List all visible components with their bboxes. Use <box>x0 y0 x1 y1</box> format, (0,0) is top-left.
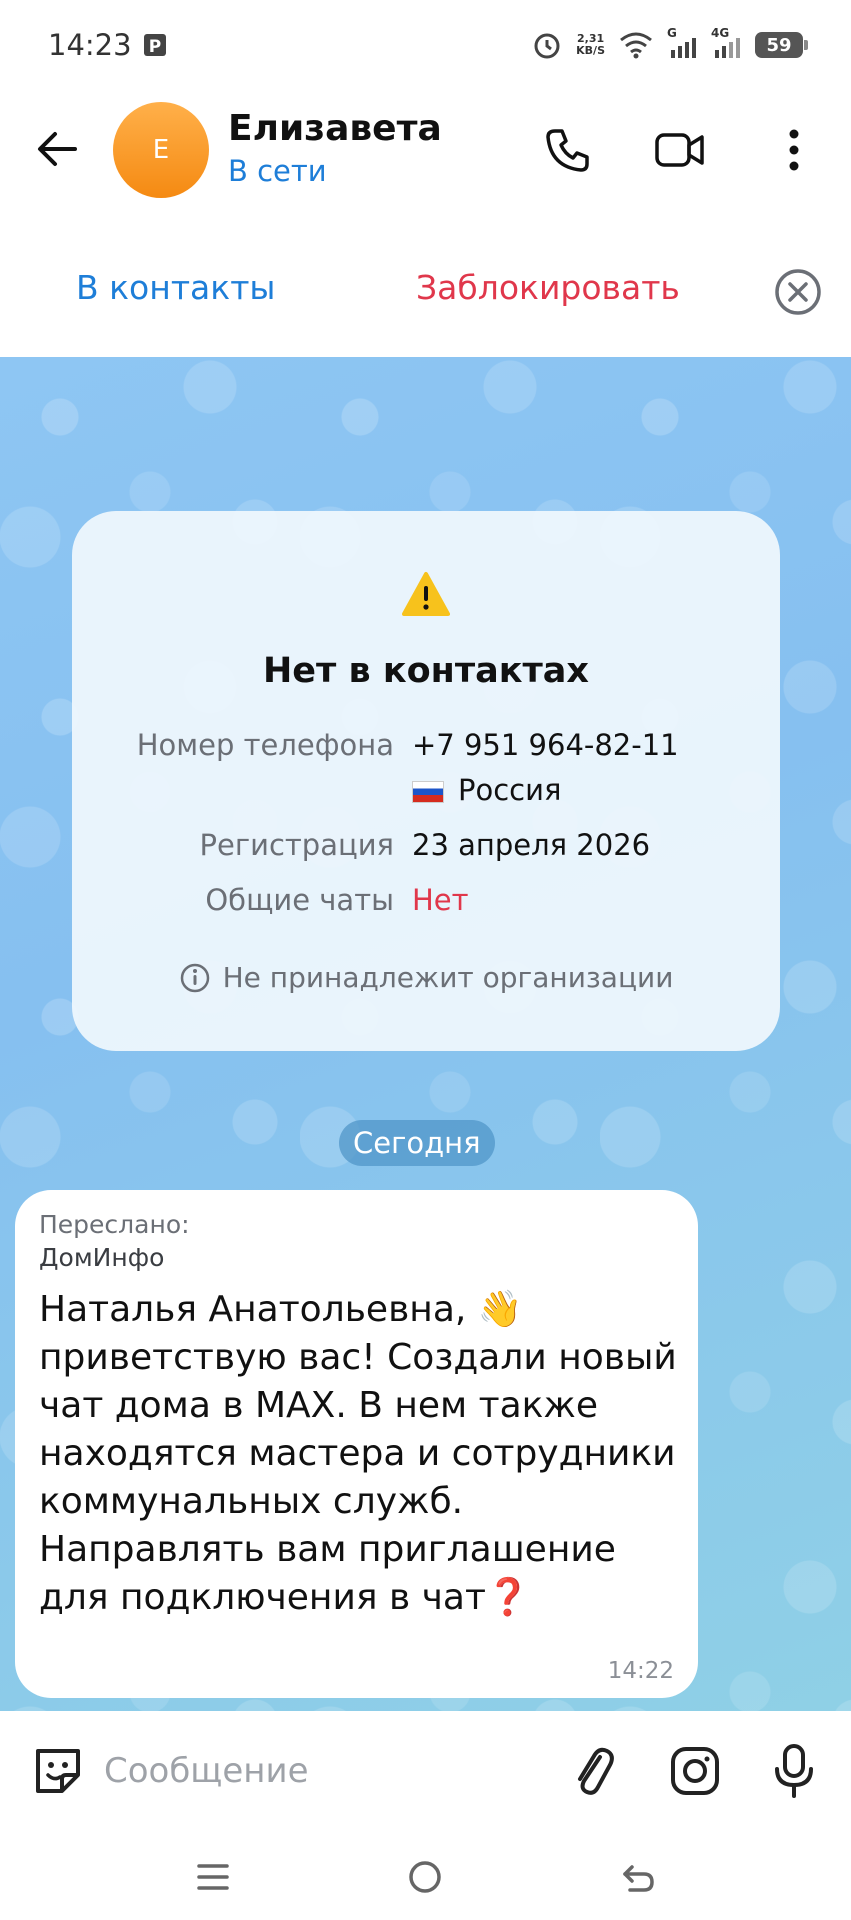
message-time: 14:22 <box>607 1658 674 1684</box>
info-icon <box>180 963 209 992</box>
registration-label: Регистрация <box>199 828 394 862</box>
arrow-left-icon <box>38 132 77 166</box>
message-input[interactable] <box>104 1739 544 1803</box>
country-name: Россия <box>458 773 562 807</box>
phone-icon <box>546 129 589 172</box>
menu-icon <box>197 1864 229 1890</box>
home-circle-icon <box>409 1861 441 1893</box>
voice-message-button[interactable] <box>764 1741 824 1801</box>
chat-header: Е Елизавета В сети <box>0 90 851 210</box>
registration-value: 23 апреля 2026 <box>412 828 651 862</box>
microphone-icon <box>775 1744 813 1798</box>
phone-label: Номер телефона <box>136 728 394 762</box>
block-button[interactable]: Заблокировать <box>416 268 680 307</box>
chat-area[interactable]: Нет в контактах Номер телефона +7 951 96… <box>0 357 851 1711</box>
contact-status: В сети <box>228 154 327 188</box>
russia-flag-icon <box>412 781 444 803</box>
battery-indicator: 59 <box>755 32 808 58</box>
video-call-button[interactable] <box>650 120 710 180</box>
status-time: 14:23 <box>48 28 132 62</box>
common-chats-value: Нет <box>412 883 469 917</box>
avatar[interactable]: Е <box>113 102 209 198</box>
camera-button[interactable] <box>665 1741 725 1801</box>
card-title: Нет в контактах <box>263 651 589 691</box>
home-button[interactable] <box>397 1849 453 1905</box>
forwarded-label: Переслано: <box>39 1210 190 1239</box>
not-in-contacts-card: Нет в контактах Номер телефона +7 951 96… <box>72 511 780 1051</box>
sticker-button[interactable] <box>28 1741 88 1801</box>
message-composer <box>0 1711 851 1831</box>
alarm-icon <box>534 33 560 59</box>
phone-value[interactable]: +7 951 964-82-11 <box>412 728 679 762</box>
wifi-icon <box>620 32 652 59</box>
back-arrow-icon <box>623 1865 654 1892</box>
organization-note-text: Не принадлежит организации <box>222 961 674 994</box>
close-circle-icon <box>775 269 821 315</box>
message-bubble[interactable]: Переслано: ДомИнфо Наталья Анатольевна, … <box>15 1190 698 1698</box>
signal-4g: 4G <box>711 26 741 60</box>
warning-icon <box>402 572 450 616</box>
paperclip-icon <box>578 1747 614 1795</box>
organization-note: Не принадлежит организации <box>72 961 780 994</box>
message-text: Наталья Анатольевна, 👋 приветствую вас! … <box>39 1289 677 1618</box>
svg-text:P: P <box>148 37 160 57</box>
camera-icon <box>671 1747 719 1795</box>
country-value: Россия <box>412 773 561 807</box>
sticker-icon <box>36 1749 80 1793</box>
back-button[interactable] <box>30 122 84 176</box>
system-navigation-bar <box>0 1831 851 1920</box>
status-bar: 14:23 P 2,31 KB/S G 4G 59 <box>0 0 851 90</box>
contact-action-bar: В контакты Заблокировать <box>0 240 851 340</box>
attach-button[interactable] <box>562 1741 622 1801</box>
more-menu-button[interactable] <box>764 120 824 180</box>
signal-g: G <box>667 26 697 60</box>
date-separator: Сегодня <box>339 1120 495 1166</box>
network-speed: 2,31 KB/S <box>576 32 605 57</box>
parking-notification-icon: P <box>143 34 166 57</box>
recent-apps-button[interactable] <box>185 1849 241 1905</box>
video-camera-icon <box>655 133 704 167</box>
common-chats-label: Общие чаты <box>205 883 394 917</box>
more-vertical-icon <box>789 129 799 171</box>
add-to-contacts-button[interactable]: В контакты <box>76 268 275 307</box>
call-button[interactable] <box>538 120 598 180</box>
contact-name[interactable]: Елизавета <box>228 108 442 149</box>
forwarded-source[interactable]: ДомИнфо <box>39 1243 674 1272</box>
system-back-button[interactable] <box>610 1849 666 1905</box>
close-banner-button[interactable] <box>774 268 822 316</box>
